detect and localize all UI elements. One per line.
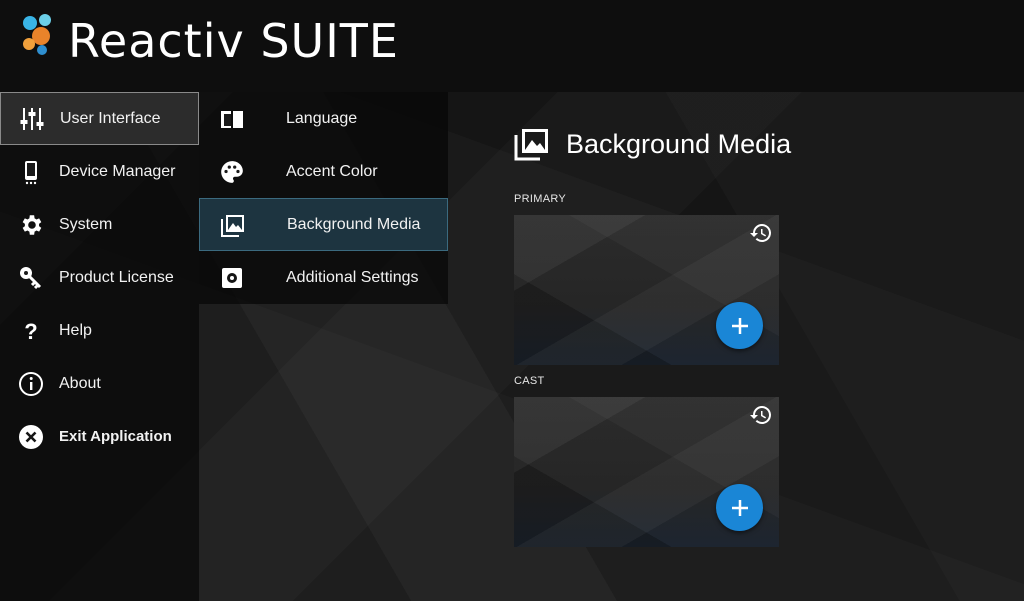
gear-icon	[18, 212, 44, 238]
sub-nav: Language Accent Color Background Media A…	[199, 92, 448, 304]
settings-box-icon	[219, 265, 245, 291]
subnav-item-label: Accent Color	[286, 162, 378, 180]
nav-item-exit-application[interactable]: Exit Application	[0, 410, 199, 463]
nav-item-device-manager[interactable]: Device Manager	[0, 145, 199, 198]
sliders-icon	[19, 106, 45, 132]
add-primary-media-button[interactable]	[716, 302, 763, 349]
phone-icon	[18, 159, 44, 185]
nav-item-label: Exit Application	[59, 428, 172, 445]
nav-item-label: Device Manager	[59, 162, 176, 180]
subnav-item-accent-color[interactable]: Accent Color	[199, 145, 448, 198]
nav-item-label: Product License	[59, 268, 174, 286]
plus-icon	[731, 499, 748, 516]
question-icon: ?	[18, 318, 44, 344]
primary-media-card	[514, 215, 779, 365]
cast-media-card	[514, 397, 779, 547]
nav-item-label: Help	[59, 321, 92, 339]
nav-item-user-interface[interactable]: User Interface	[0, 92, 199, 145]
svg-text:?: ?	[24, 319, 37, 344]
history-icon[interactable]	[749, 221, 773, 245]
book-icon	[219, 106, 245, 132]
app-title: Reactiv SUITE	[68, 14, 399, 68]
main-nav: User Interface Device Manager System Pro…	[0, 92, 199, 601]
app-logo	[23, 14, 51, 55]
app-header: Reactiv SUITE	[0, 0, 1024, 92]
page-title: Background Media	[514, 124, 791, 164]
palette-icon	[219, 159, 245, 185]
subnav-item-language[interactable]: Language	[199, 92, 448, 145]
add-cast-media-button[interactable]	[716, 484, 763, 531]
section-label-cast: CAST	[514, 375, 545, 387]
close-circle-icon	[18, 424, 44, 450]
nav-item-system[interactable]: System	[0, 198, 199, 251]
history-icon[interactable]	[749, 403, 773, 427]
nav-item-label: About	[59, 374, 101, 392]
nav-item-about[interactable]: About	[0, 357, 199, 410]
nav-item-help[interactable]: ? Help	[0, 304, 199, 357]
subnav-item-label: Background Media	[287, 215, 421, 233]
nav-item-label: System	[59, 215, 113, 233]
photo-library-icon	[514, 129, 548, 161]
key-icon	[18, 265, 44, 291]
subnav-item-label: Additional Settings	[286, 268, 419, 286]
plus-icon	[731, 317, 748, 334]
subnav-item-label: Language	[286, 109, 358, 127]
page-title-text: Background Media	[566, 128, 792, 159]
nav-item-product-license[interactable]: Product License	[0, 251, 199, 304]
nav-item-label: User Interface	[60, 109, 161, 127]
photo-library-icon	[220, 212, 246, 238]
section-label-primary: PRIMARY	[514, 193, 567, 205]
subnav-item-background-media[interactable]: Background Media	[199, 198, 448, 251]
subnav-item-additional-settings[interactable]: Additional Settings	[199, 251, 448, 304]
info-icon	[18, 371, 44, 397]
